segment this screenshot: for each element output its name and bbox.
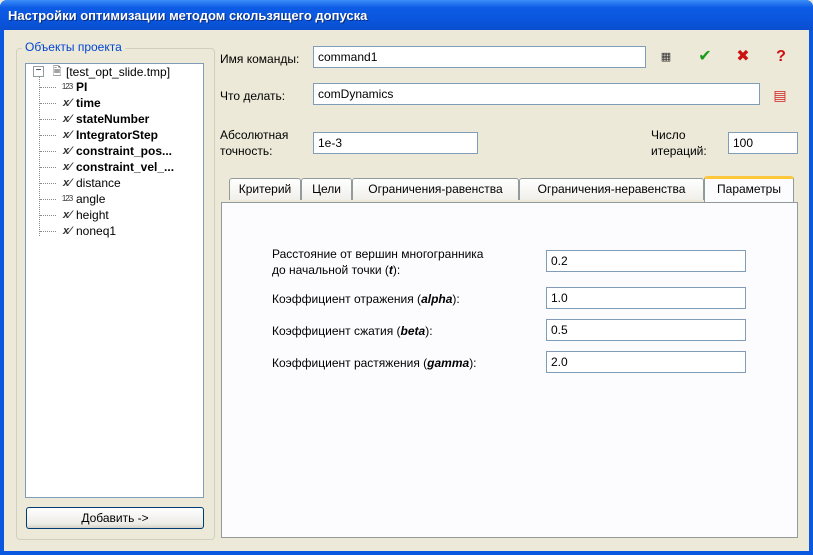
- tree-item-label: constraint_pos...: [76, 144, 173, 158]
- tree-item-label: noneq1: [76, 224, 117, 238]
- tree-item-constraint-vel[interactable]: x⁄ constraint_vel_...: [58, 159, 174, 175]
- command-name-input[interactable]: [313, 46, 646, 68]
- param-label-alpha: Коэффициент отражения (alpha):: [272, 292, 460, 306]
- tree-item-pi[interactable]: 123 PI: [58, 79, 88, 95]
- tree-item-label: IntegratorStep: [76, 128, 159, 142]
- tree-root-item[interactable]: 🗎 [test_opt_slide.tmp]: [48, 64, 171, 80]
- browse-commands-icon[interactable]: ▤: [768, 83, 792, 107]
- tab-parameters[interactable]: Параметры: [704, 176, 794, 202]
- iterations-label-2: итераций:: [651, 144, 707, 158]
- param-alpha-input[interactable]: [546, 287, 746, 309]
- run-icon[interactable]: ▦: [654, 45, 678, 69]
- iterations-input[interactable]: [728, 132, 798, 154]
- tree-item-label: angle: [76, 192, 106, 206]
- tab-strip: Критерий Цели Ограничения-равенства Огра…: [229, 176, 794, 202]
- project-objects-legend: Объекты проекта: [22, 40, 125, 54]
- tab-inequality-constraints[interactable]: Ограничения-неравенства: [519, 178, 704, 200]
- variable-icon: x⁄: [63, 129, 71, 141]
- param-gamma-input[interactable]: [546, 351, 746, 373]
- tree-item-label: stateNumber: [76, 112, 150, 126]
- param-beta-input[interactable]: [546, 319, 746, 341]
- param-label-gamma: Коэффициент растяжения (gamma):: [272, 356, 477, 370]
- tree-item-constraint-pos[interactable]: x⁄ constraint_pos...: [58, 143, 172, 159]
- tree-item-time[interactable]: x⁄ time: [58, 95, 101, 111]
- tree-branch-line: [40, 199, 56, 200]
- variable-icon: x⁄: [63, 209, 71, 221]
- tree-branch-line: [40, 183, 56, 184]
- tree-branch-line: [40, 135, 56, 136]
- tree-item-label: distance: [76, 176, 121, 190]
- tab-goals[interactable]: Цели: [301, 178, 352, 200]
- variable-icon: x⁄: [63, 161, 71, 173]
- abs-precision-label-2: точность:: [220, 144, 273, 158]
- variable-icon: x⁄: [63, 177, 71, 189]
- param-label-t-line2: до начальной точки (t):: [272, 263, 401, 277]
- what-to-do-input[interactable]: [313, 83, 760, 105]
- tree-item-integratorstep[interactable]: x⁄ IntegratorStep: [58, 127, 158, 143]
- parameters-tab-panel: Расстояние от вершин многогранника до на…: [221, 202, 798, 538]
- tree-branch-line: [40, 103, 56, 104]
- tree-item-label: PI: [76, 80, 88, 94]
- command-name-label: Имя команды:: [220, 52, 300, 66]
- variable-icon: x⁄: [63, 97, 71, 109]
- tree-guide-line: [39, 76, 40, 236]
- cancel-icon[interactable]: ✖: [731, 45, 755, 69]
- add-button[interactable]: Добавить ->: [26, 507, 204, 529]
- dialog-client-area: Объекты проекта − 🗎 [test_opt_slide.tmp] …: [4, 30, 809, 551]
- number-icon: 123: [61, 82, 73, 91]
- ok-check-icon[interactable]: ✔: [693, 45, 717, 69]
- number-icon: 123: [61, 194, 73, 203]
- param-label-beta: Коэффициент сжатия (beta):: [272, 324, 433, 338]
- title-bar[interactable]: Настройки оптимизации методом скользящег…: [0, 0, 813, 30]
- tree-item-statenumber[interactable]: x⁄ stateNumber: [58, 111, 149, 127]
- tree-item-angle[interactable]: 123 angle: [58, 191, 106, 207]
- tree-item-label: height: [76, 208, 109, 222]
- tree-branch-line: [40, 215, 56, 216]
- what-to-do-label: Что делать:: [220, 89, 286, 103]
- tree-item-label: constraint_vel_...: [76, 160, 175, 174]
- file-icon: 🗎: [52, 66, 62, 78]
- abs-precision-label: Абсолютная: [220, 128, 289, 142]
- variable-icon: x⁄: [63, 113, 71, 125]
- tree-root-label: [test_opt_slide.tmp]: [66, 65, 171, 79]
- window-title: Настройки оптимизации методом скользящег…: [8, 8, 368, 23]
- tab-criterion[interactable]: Критерий: [229, 178, 301, 200]
- tab-equality-constraints[interactable]: Ограничения-равенства: [352, 178, 519, 200]
- tree-item-distance[interactable]: x⁄ distance: [58, 175, 121, 191]
- tree-branch-line: [40, 87, 56, 88]
- project-objects-tree[interactable]: − 🗎 [test_opt_slide.tmp] 123 PI x⁄ time x⁄ s…: [25, 63, 204, 498]
- tree-item-height[interactable]: x⁄ height: [58, 207, 109, 223]
- tree-collapse-icon[interactable]: −: [33, 66, 44, 77]
- variable-icon: x⁄: [63, 145, 71, 157]
- abs-precision-input[interactable]: [313, 132, 478, 154]
- help-icon[interactable]: ?: [769, 45, 793, 69]
- tree-branch-line: [40, 119, 56, 120]
- tree-branch-line: [40, 167, 56, 168]
- dialog-window: Настройки оптимизации методом скользящег…: [0, 0, 813, 555]
- tree-item-noneq1[interactable]: x⁄ noneq1: [58, 223, 116, 239]
- tree-branch-line: [40, 231, 56, 232]
- tree-branch-line: [40, 151, 56, 152]
- param-t-input[interactable]: [546, 250, 746, 272]
- iterations-label: Число: [651, 128, 686, 142]
- param-label-t-line1: Расстояние от вершин многогранника: [272, 247, 484, 261]
- tree-item-label: time: [76, 96, 101, 110]
- variable-icon: x⁄: [63, 225, 71, 237]
